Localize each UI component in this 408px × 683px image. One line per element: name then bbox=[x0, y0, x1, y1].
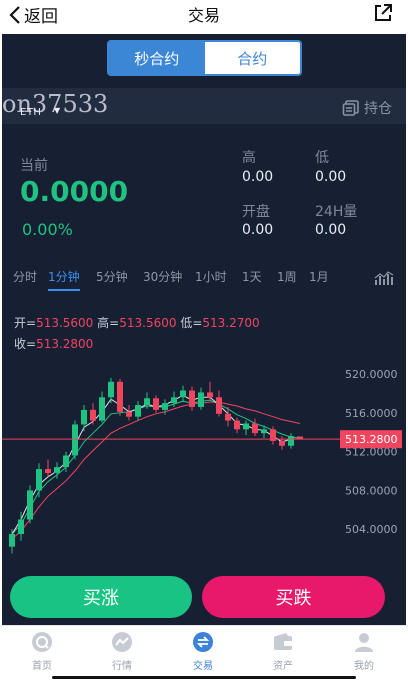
tab-profile-label: 我的 bbox=[354, 661, 374, 672]
candle-body bbox=[18, 519, 24, 535]
candlestick-chart[interactable]: 520.0000516.0000512.0000508.0000504.0000… bbox=[2, 324, 406, 570]
buy-down-button[interactable]: 买跌 bbox=[202, 576, 385, 618]
trade-panel: 秒合约 合约 on37533 ETH ▼ 持仓 当前 0.0000 0.00% … bbox=[2, 34, 406, 625]
y-tick-label: 508.0000 bbox=[345, 484, 398, 497]
positions-icon bbox=[342, 100, 359, 116]
user-icon bbox=[355, 633, 373, 652]
candle-body bbox=[117, 381, 123, 412]
tab-interval-time[interactable]: 分时 bbox=[13, 268, 37, 289]
tab-trade[interactable]: 交易 bbox=[173, 630, 233, 672]
candle-body bbox=[279, 440, 285, 446]
pair-selector-row: on37533 ETH ▼ 持仓 bbox=[2, 88, 406, 124]
candle-body bbox=[243, 423, 249, 430]
contract-type-toggle: 秒合约 合约 bbox=[107, 40, 302, 76]
volume-value: 0.00 bbox=[315, 222, 347, 238]
candle-body bbox=[135, 405, 141, 417]
trade-actions: 买涨 买跌 bbox=[2, 562, 406, 625]
candle-body bbox=[108, 381, 114, 398]
current-label: 当前 bbox=[20, 158, 48, 174]
tab-interval-5m[interactable]: 5分钟 bbox=[96, 268, 128, 289]
positions-button[interactable]: 持仓 bbox=[342, 98, 392, 118]
candle-body bbox=[234, 420, 240, 430]
candle-body bbox=[216, 397, 222, 414]
tab-interval-1m[interactable]: 1分钟 bbox=[48, 268, 80, 291]
current-change: 0.00% bbox=[22, 220, 73, 239]
candle-body bbox=[54, 467, 60, 473]
pair-selector[interactable]: ETH bbox=[20, 107, 41, 118]
low-label: 低 bbox=[315, 150, 329, 166]
candle-body bbox=[180, 390, 186, 398]
tab-assets-label: 资产 bbox=[273, 661, 293, 672]
tab-home-label: 首页 bbox=[32, 661, 52, 672]
candle-body bbox=[90, 409, 96, 421]
low-value: 0.00 bbox=[315, 169, 347, 185]
y-tick-label: 504.0000 bbox=[345, 523, 398, 536]
y-tick-label: 520.0000 bbox=[345, 368, 398, 381]
candle-body bbox=[162, 403, 168, 410]
candle-body bbox=[36, 469, 42, 491]
tab-interval-1h[interactable]: 1小时 bbox=[195, 268, 227, 289]
open-label: 开盘 bbox=[242, 204, 270, 220]
high-label: 高 bbox=[242, 150, 256, 166]
current-price: 0.0000 bbox=[20, 175, 129, 208]
share-button[interactable] bbox=[372, 2, 394, 28]
volume-label: 24H量 bbox=[315, 204, 358, 220]
tab-home[interactable]: 首页 bbox=[12, 630, 72, 672]
candle-body bbox=[99, 397, 105, 421]
tab-interval-1w[interactable]: 1周 bbox=[277, 268, 297, 289]
trade-icon bbox=[193, 632, 213, 652]
candle-body bbox=[225, 413, 231, 421]
caret-down-icon: ▼ bbox=[54, 106, 61, 115]
candle-body bbox=[45, 469, 51, 473]
ma-line bbox=[11, 394, 300, 535]
wallet-icon bbox=[274, 633, 292, 650]
indicator-button[interactable] bbox=[374, 270, 394, 290]
candle-body bbox=[207, 392, 213, 398]
candle-body bbox=[261, 429, 267, 434]
home-icon bbox=[32, 632, 52, 652]
tab-second-contract[interactable]: 秒合约 bbox=[109, 42, 205, 74]
external-link-icon bbox=[375, 4, 392, 21]
tab-assets[interactable]: 资产 bbox=[253, 630, 313, 672]
candle-body bbox=[126, 411, 132, 417]
candle-body bbox=[9, 534, 15, 547]
high-value: 0.00 bbox=[242, 169, 274, 185]
tab-market-label: 行情 bbox=[112, 661, 132, 672]
tab-contract[interactable]: 合约 bbox=[204, 42, 300, 74]
tab-profile[interactable]: 我的 bbox=[334, 630, 394, 672]
tab-interval-30m[interactable]: 30分钟 bbox=[143, 268, 182, 289]
interval-tabs: 分时 1分钟 5分钟 30分钟 1小时 1天 1周 1月 bbox=[2, 268, 406, 294]
page-title: 交易 bbox=[187, 6, 220, 25]
tab-interval-1mo[interactable]: 1月 bbox=[309, 268, 329, 289]
chevron-left-icon bbox=[9, 5, 20, 24]
nav-bar: 返回 交易 bbox=[0, 0, 408, 30]
back-label: 返回 bbox=[24, 7, 58, 27]
candle-body bbox=[252, 423, 258, 434]
open-value: 0.00 bbox=[242, 222, 274, 238]
market-icon bbox=[112, 632, 132, 652]
candle-body bbox=[27, 490, 33, 520]
tab-market[interactable]: 行情 bbox=[92, 630, 152, 672]
tab-trade-label: 交易 bbox=[193, 661, 213, 672]
y-tick-label: 516.0000 bbox=[345, 407, 398, 420]
candle-body bbox=[72, 424, 78, 456]
candle-body bbox=[171, 397, 177, 404]
bottom-tab-bar: 首页 行情 交易 资产 我的 bbox=[0, 625, 408, 683]
candle-body bbox=[144, 398, 150, 406]
back-button[interactable]: 返回 bbox=[8, 2, 58, 27]
tab-interval-1d[interactable]: 1天 bbox=[242, 268, 262, 289]
candle-body bbox=[189, 390, 195, 407]
candle-body bbox=[198, 392, 204, 407]
candle-body bbox=[288, 436, 294, 446]
positions-label: 持仓 bbox=[364, 101, 392, 117]
home-indicator bbox=[52, 676, 356, 679]
chart-indicator-icon bbox=[374, 271, 394, 285]
current-price-label: 513.2800 bbox=[345, 433, 398, 446]
buy-up-button[interactable]: 买涨 bbox=[10, 576, 192, 618]
candle-body bbox=[81, 409, 87, 425]
candle-body bbox=[63, 455, 69, 468]
candle-body bbox=[153, 398, 159, 410]
